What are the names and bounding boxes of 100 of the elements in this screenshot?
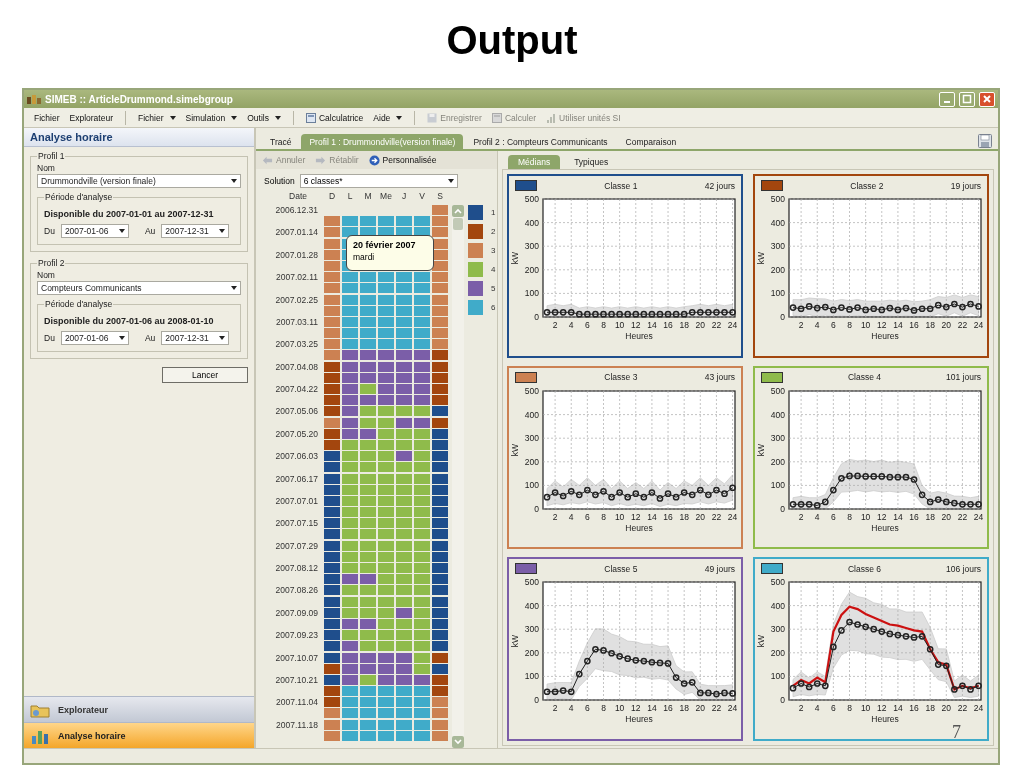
tick-label: 10 [614, 511, 625, 522]
legend-label: 4 [491, 265, 496, 274]
tick-label: 20 [941, 511, 952, 522]
day-count: 42 jours [704, 180, 735, 191]
tick-label: 200 [770, 264, 785, 275]
date-label: 2007.05.20 [274, 428, 319, 439]
date-label: 2007.10.07 [274, 652, 319, 663]
date-label: 2007.09.23 [274, 630, 319, 641]
tick-label: 12 [631, 511, 641, 522]
tick-label: 100 [524, 671, 539, 682]
date-label: 2007.08.12 [274, 563, 319, 573]
tick-label: 300 [770, 241, 785, 252]
group-label: Période d'analyse [44, 192, 114, 202]
day-count: 106 jours [946, 563, 981, 574]
tick-label: 14 [647, 703, 657, 714]
tooltip-text: mardi [353, 252, 376, 262]
date-label: 2007.02.25 [274, 294, 319, 305]
date-label: 2007.11.18 [275, 719, 319, 730]
day-count: 49 jours [704, 563, 735, 574]
tick-label: 500 [524, 577, 539, 588]
tick-label: 100 [524, 480, 539, 491]
day-count: 101 jours [946, 372, 981, 383]
tick-label: 0 [534, 695, 539, 706]
tick-label: 10 [614, 320, 625, 330]
axis-title: kW [756, 635, 766, 648]
date-label: 2007.02.11 [275, 272, 319, 283]
tick-label: 0 [534, 312, 539, 322]
axis-title: Heures [625, 714, 653, 725]
tick-label: 14 [647, 511, 657, 522]
date-label: 2007.06.03 [274, 451, 319, 462]
tick-label: 400 [770, 409, 785, 420]
tick-label: 24 [727, 703, 738, 714]
axis-title: Heures [871, 522, 899, 533]
tick-label: 24 [973, 511, 984, 522]
tick-label: 8 [601, 320, 606, 330]
tick-label: 2 [798, 511, 804, 522]
tooltip-title: 20 février 2007 [353, 240, 417, 250]
column-header: Date [288, 191, 308, 203]
tick-label: 14 [893, 320, 903, 330]
group-label: Période d'analyse [44, 299, 114, 309]
tick-label: 12 [877, 511, 887, 522]
tick-label: 0 [534, 503, 539, 514]
tick-label: 14 [893, 703, 903, 714]
tick-label: 18 [925, 320, 935, 330]
tick-label: 16 [909, 703, 919, 714]
tick-label: 500 [770, 577, 785, 588]
tick-label: 500 [524, 385, 539, 396]
tick-label: 16 [909, 511, 919, 522]
tick-label: 400 [524, 600, 539, 611]
tick-label: 2 [552, 320, 558, 330]
tick-label: 0 [780, 312, 785, 322]
date-label: 2007.04.08 [274, 361, 319, 372]
tick-label: 4 [568, 703, 574, 714]
chart-title: Classe 1 [603, 180, 639, 191]
tick-label: 200 [770, 648, 785, 659]
tick-label: 20 [695, 703, 706, 714]
date-label: 2007.10.21 [274, 674, 319, 685]
tick-label: 200 [524, 264, 539, 275]
tick-label: 8 [847, 320, 852, 330]
date-label: 2007.08.26 [274, 585, 319, 596]
field-label: Au [144, 226, 156, 236]
tick-label: 8 [601, 511, 606, 522]
column-header: Me [379, 191, 393, 203]
group-label: Profil 2 [37, 258, 66, 268]
tick-label: 10 [860, 511, 871, 522]
window-title: SIMEB :: ArticleDrummond.simebgroup [45, 93, 233, 105]
day-count: 43 jours [704, 372, 735, 383]
legend-label: 3 [491, 246, 496, 255]
tick-label: 16 [663, 320, 673, 330]
tick-label: 4 [814, 320, 820, 330]
tick-label: 300 [524, 432, 539, 443]
tick-label: 10 [860, 703, 871, 714]
tick-label: 22 [957, 320, 968, 330]
tick-label: 6 [585, 511, 590, 522]
legend-label: 5 [491, 284, 496, 293]
column-header: D [327, 191, 337, 203]
tick-label: 500 [524, 194, 539, 204]
tick-label: 10 [860, 320, 871, 330]
availability-text: Disponible du 2007-01-01 au 2007-12-31 [44, 209, 215, 219]
tick-label: 12 [631, 320, 641, 330]
tick-label: 2 [798, 703, 804, 714]
tick-label: 100 [524, 288, 539, 299]
chart-title: Classe 4 [846, 372, 883, 383]
tick-label: 8 [847, 511, 852, 522]
date-label: 2007.07.15 [274, 518, 319, 529]
tick-label: 400 [524, 217, 539, 228]
date-label: 2007.04.22 [274, 384, 319, 394]
tick-label: 24 [727, 320, 738, 330]
tick-label: 22 [711, 511, 722, 522]
tick-label: 200 [770, 456, 785, 467]
tick-label: 300 [770, 432, 785, 443]
tick-label: 6 [585, 320, 590, 330]
axis-title: Heures [625, 331, 653, 341]
tick-label: 22 [711, 320, 722, 330]
field-label: Solution [264, 176, 295, 186]
field-label: Du [44, 333, 55, 343]
tick-label: 18 [679, 703, 689, 714]
tick-label: 16 [909, 320, 919, 330]
tick-label: 8 [847, 703, 852, 714]
axis-title: kW [510, 443, 520, 456]
